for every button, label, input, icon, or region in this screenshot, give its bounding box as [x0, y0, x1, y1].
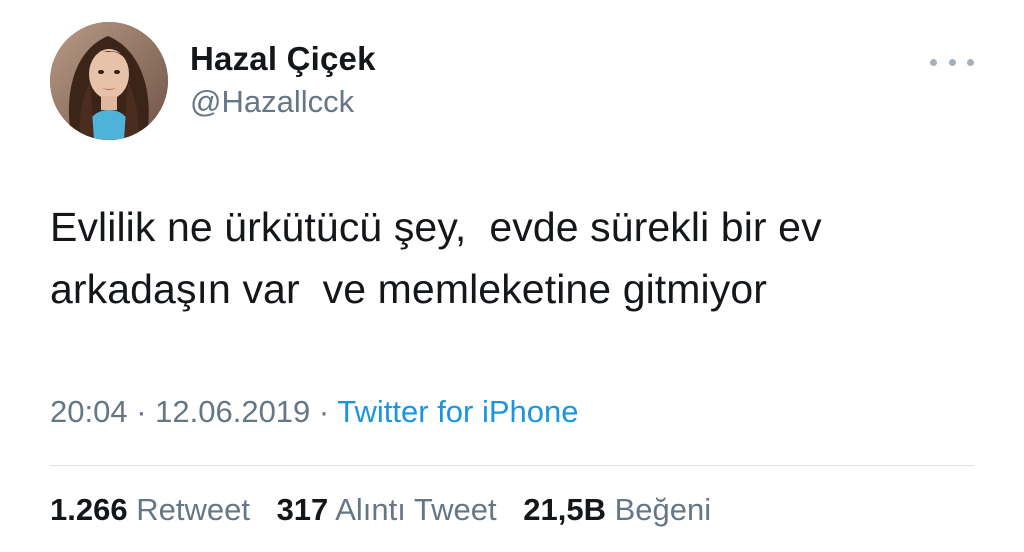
- meta-separator: ·: [310, 394, 338, 429]
- more-horizontal-icon-dot: [948, 58, 956, 66]
- quote-tweet-stat[interactable]: 317 Alıntı Tweet: [277, 492, 497, 528]
- retweet-label: Retweet: [136, 492, 250, 527]
- user-handle[interactable]: @Hazallcck: [190, 84, 354, 120]
- retweet-count: 1.266: [50, 492, 128, 527]
- tweet-stats: 1.266 Retweet 317 Alıntı Tweet 21,5B Beğ…: [50, 492, 729, 528]
- like-stat[interactable]: 21,5B Beğeni: [523, 492, 711, 528]
- tweet-metadata: 20:04 · 12.06.2019 · Twitter for iPhone: [50, 394, 579, 430]
- avatar-photo: [50, 22, 168, 140]
- like-label: Beğeni: [614, 492, 712, 527]
- like-count: 21,5B: [523, 492, 606, 527]
- more-options-button[interactable]: [930, 50, 974, 74]
- avatar[interactable]: [50, 22, 168, 140]
- divider: [50, 465, 974, 466]
- tweet-date[interactable]: 12.06.2019: [155, 394, 310, 429]
- quote-tweet-label: Alıntı Tweet: [335, 492, 497, 527]
- quote-tweet-count: 317: [276, 492, 329, 527]
- display-name[interactable]: Hazal Çiçek: [190, 40, 376, 78]
- retweet-stat[interactable]: 1.266 Retweet: [50, 492, 250, 528]
- meta-separator: ·: [127, 394, 156, 429]
- tweet-text: Evlilik ne ürkütücü şey, evde sürekli bi…: [50, 204, 822, 312]
- tweet-card: Hazal Çiçek @Hazallcck Evlilik ne ürkütü…: [0, 0, 1024, 552]
- tweet-source-link[interactable]: Twitter for iPhone: [337, 394, 578, 429]
- tweet-time[interactable]: 20:04: [50, 394, 128, 429]
- more-horizontal-icon-dot: [967, 58, 974, 66]
- more-horizontal-icon: [930, 58, 937, 66]
